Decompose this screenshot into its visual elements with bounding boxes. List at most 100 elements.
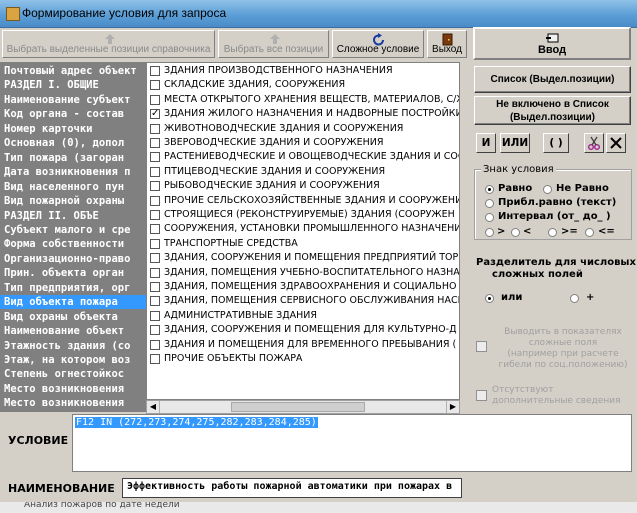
checklist-item[interactable]: ЗДАНИЯ, ПОМЕЩЕНИЯ СЕРВИСНОГО ОБСЛУЖИВАНИ… [147,294,460,308]
checklist-item[interactable]: ЗДАНИЯ, СООРУЖЕНИЯ И ПОМЕЩЕНИЯ ПРЕДПРИЯТ… [147,251,459,265]
checklist-item[interactable]: ЗДАНИЯ И ПОМЕЩЕНИЯ ДЛЯ ВРЕМЕННОГО ПРЕБЫВ… [147,338,459,352]
exit-button[interactable]: Выход [427,30,467,58]
field-list-item[interactable]: Субъект малого и сре [4,223,130,237]
field-list-item[interactable]: Вид объекта пожара [0,295,146,310]
field-list-item[interactable]: Тип пожара (загоран [4,151,124,165]
field-list-item[interactable]: РАЗДЕЛ II. ОБЪЕ [4,209,99,223]
checklist-item[interactable]: ЗДАНИЯ, СООРУЖЕНИЯ И ПОМЕЩЕНИЯ ДЛЯ КУЛЬТ… [147,323,459,337]
field-list-item[interactable]: Место возникновения [4,382,124,396]
checklist-item-label: ЗДАНИЯ, ПОМЕЩЕНИЯ СЕРВИСНОГО ОБСЛУЖИВАНИ… [164,295,460,307]
horizontal-scrollbar[interactable]: ◀ ▶ [146,400,460,414]
parens-button[interactable]: ( ) [543,133,569,153]
checklist-checkbox[interactable] [150,181,160,192]
radio-lt[interactable] [511,228,520,237]
checklist-checkbox[interactable] [150,195,160,206]
field-list-item[interactable]: Наименование объект [4,324,124,338]
field-list-item[interactable]: Этаж, на котором воз [4,353,130,367]
checklist-checkbox[interactable] [150,296,160,307]
radio-equal[interactable] [485,185,494,194]
checklist-item[interactable]: СКЛАДСКИЕ ЗДАНИЯ, СООРУЖЕНИЯ [147,78,459,92]
radio-not-equal[interactable] [543,185,552,194]
radio-le[interactable] [585,228,594,237]
checklist-checkbox[interactable] [150,138,160,148]
field-list-item[interactable]: Прин. объекта орган [4,266,124,280]
field-list-item[interactable]: РАЗДЕЛ I. ОБЩИЕ [4,78,99,92]
checklist-checkbox[interactable] [150,310,160,321]
select-all-button[interactable]: Выбрать все позиции [218,30,329,58]
cut-button[interactable] [584,133,604,153]
checklist-item[interactable]: ЗДАНИЯ ЖИЛОГО НАЗНАЧЕНИЯ И НАДВОРНЫЕ ПОС… [147,107,459,121]
field-list-item[interactable]: Организационно-право [4,252,130,266]
checklist-checkbox[interactable] [150,339,160,350]
field-list-item[interactable]: Вид населенного пун [4,180,124,194]
or-button[interactable]: ИЛИ [500,133,530,153]
radio-sep-plus[interactable] [570,294,579,303]
reference-checklist[interactable]: ЗДАНИЯ ПРОИЗВОДСТВЕННОГО НАЗНАЧЕНИЯ СКЛАД… [146,62,460,400]
checklist-item[interactable]: ПРОЧИЕ СЕЛЬСКОХОЗЯЙСТВЕННЫЕ ЗДАНИЯ И СОО… [147,194,459,208]
checklist-item[interactable]: ЗДАНИЯ, ПОМЕЩЕНИЯ ЗДРАВООХРАНЕНИЯ И СОЦИ… [147,280,459,294]
radio-gt[interactable] [485,228,494,237]
field-list-item[interactable]: Форма собственности [4,237,124,251]
no-additional-info-checkbox[interactable] [476,390,487,401]
field-list-item[interactable]: Почтовый адрес объект [4,64,137,78]
output-complex-fields-checkbox[interactable] [476,341,487,352]
name-field[interactable]: Эффективность работы пожарной автоматики… [122,478,462,498]
checklist-checkbox[interactable] [150,325,160,336]
checklist-checkbox[interactable] [150,238,160,249]
radio-ge[interactable] [548,228,557,237]
radio-approx[interactable] [485,199,494,208]
checklist-checkbox[interactable] [150,80,160,91]
scroll-thumb[interactable] [231,402,365,412]
condition-textarea[interactable]: F12 IN (272,273,274,275,282,283,284,285) [72,414,632,472]
checklist-item[interactable]: РЫБОВОДЧЕСКИЕ ЗДАНИЯ И СООРУЖЕНИЯ [147,179,459,193]
field-list-item[interactable]: Вид пожарной охраны [4,194,124,208]
input-button[interactable]: Ввод [473,27,631,60]
checklist-item[interactable]: РАСТЕНИЕВОДЧЕСКИЕ И ОВОЩЕВОДЧЕСКИЕ ЗДАНИ… [147,150,459,164]
separator-title: Разделитель для числовых сложных полей [476,257,636,281]
field-list-item[interactable]: Код органа - состав [4,107,124,121]
field-list-item[interactable]: Тип предприятия, орг [4,281,130,295]
field-list-item[interactable]: Место возникновения [4,396,124,410]
field-list-item[interactable]: Этажность здания (со [4,339,130,353]
scroll-right-arrow-icon[interactable]: ▶ [446,401,459,413]
not-in-list-button[interactable]: Не включено в Список (Выдел.позиции) [474,96,631,125]
list-selected-button[interactable]: Список (Выдел.позиции) [474,66,631,93]
checklist-checkbox[interactable] [150,123,160,134]
checklist-checkbox[interactable] [150,152,160,163]
checklist-item[interactable]: ПРОЧИЕ ОБЪЕКТЫ ПОЖАРА [147,352,459,366]
radio-sep-or[interactable] [485,294,494,303]
checklist-checkbox[interactable] [150,224,160,235]
scroll-left-arrow-icon[interactable]: ◀ [147,401,160,413]
field-list-item[interactable]: Номер карточки [4,122,93,136]
checklist-checkbox[interactable] [150,354,160,364]
field-list-item[interactable]: Наименование субъект [4,93,130,107]
checklist-checkbox[interactable] [150,282,160,292]
checklist-item[interactable]: СТРОЯЩИЕСЯ (РЕКОНСТРУИРУЕМЫЕ) ЗДАНИЯ (СО… [147,208,459,222]
checklist-checkbox[interactable] [150,94,160,105]
radio-interval[interactable] [485,213,494,222]
checklist-checkbox[interactable] [150,267,160,278]
checklist-item[interactable]: ЗДАНИЯ ПРОИЗВОДСТВЕННОГО НАЗНАЧЕНИЯ [147,64,459,78]
checklist-checkbox[interactable] [150,166,160,177]
checklist-item[interactable]: ЗВЕРОВОДЧЕСКИЕ ЗДАНИЯ И СООРУЖЕНИЯ [147,136,459,150]
field-list-item[interactable]: Основная (0), допол [4,136,124,150]
checklist-item[interactable]: СООРУЖЕНИЯ, УСТАНОВКИ ПРОМЫШЛЕННОГО НАЗН… [147,222,459,236]
select-selected-button[interactable]: Выбрать выделенные позиции справочника [2,30,215,58]
clear-button[interactable] [606,133,626,153]
checklist-item[interactable]: ЗДАНИЯ, ПОМЕЩЕНИЯ УЧЕБНО-ВОСПИТАТЕЛЬНОГО… [147,266,459,280]
checklist-checkbox[interactable] [150,107,160,121]
checklist-item[interactable]: ТРАНСПОРТНЫЕ СРЕДСТВА [147,237,459,251]
checklist-item[interactable]: ЖИВОТНОВОДЧЕСКИЕ ЗДАНИЯ И СООРУЖЕНИЯ [147,122,459,136]
checklist-item[interactable]: ПТИЦЕВОДЧЕСКИЕ ЗДАНИЯ И СООРУЖЕНИЯ [147,165,459,179]
field-list-item[interactable]: Вид охраны объекта [4,310,118,324]
checklist-checkbox[interactable] [150,253,160,264]
field-list-item[interactable]: Степень огнестойкос [4,367,124,381]
checklist-item[interactable]: АДМИНИСТРАТИВНЫЕ ЗДАНИЯ [147,309,459,323]
field-list-item[interactable]: Дата возникновения п [4,165,130,179]
and-button[interactable]: И [476,133,496,153]
checklist-item[interactable]: МЕСТА ОТКРЫТОГО ХРАНЕНИЯ ВЕЩЕСТВ, МАТЕРИ… [147,93,459,107]
checklist-checkbox[interactable] [150,66,160,76]
field-list[interactable]: Почтовый адрес объект РАЗДЕЛ I. ОБЩИЕ Наи… [0,62,146,412]
checklist-checkbox[interactable] [150,210,160,220]
complex-condition-button[interactable]: Сложное условие [332,30,424,58]
